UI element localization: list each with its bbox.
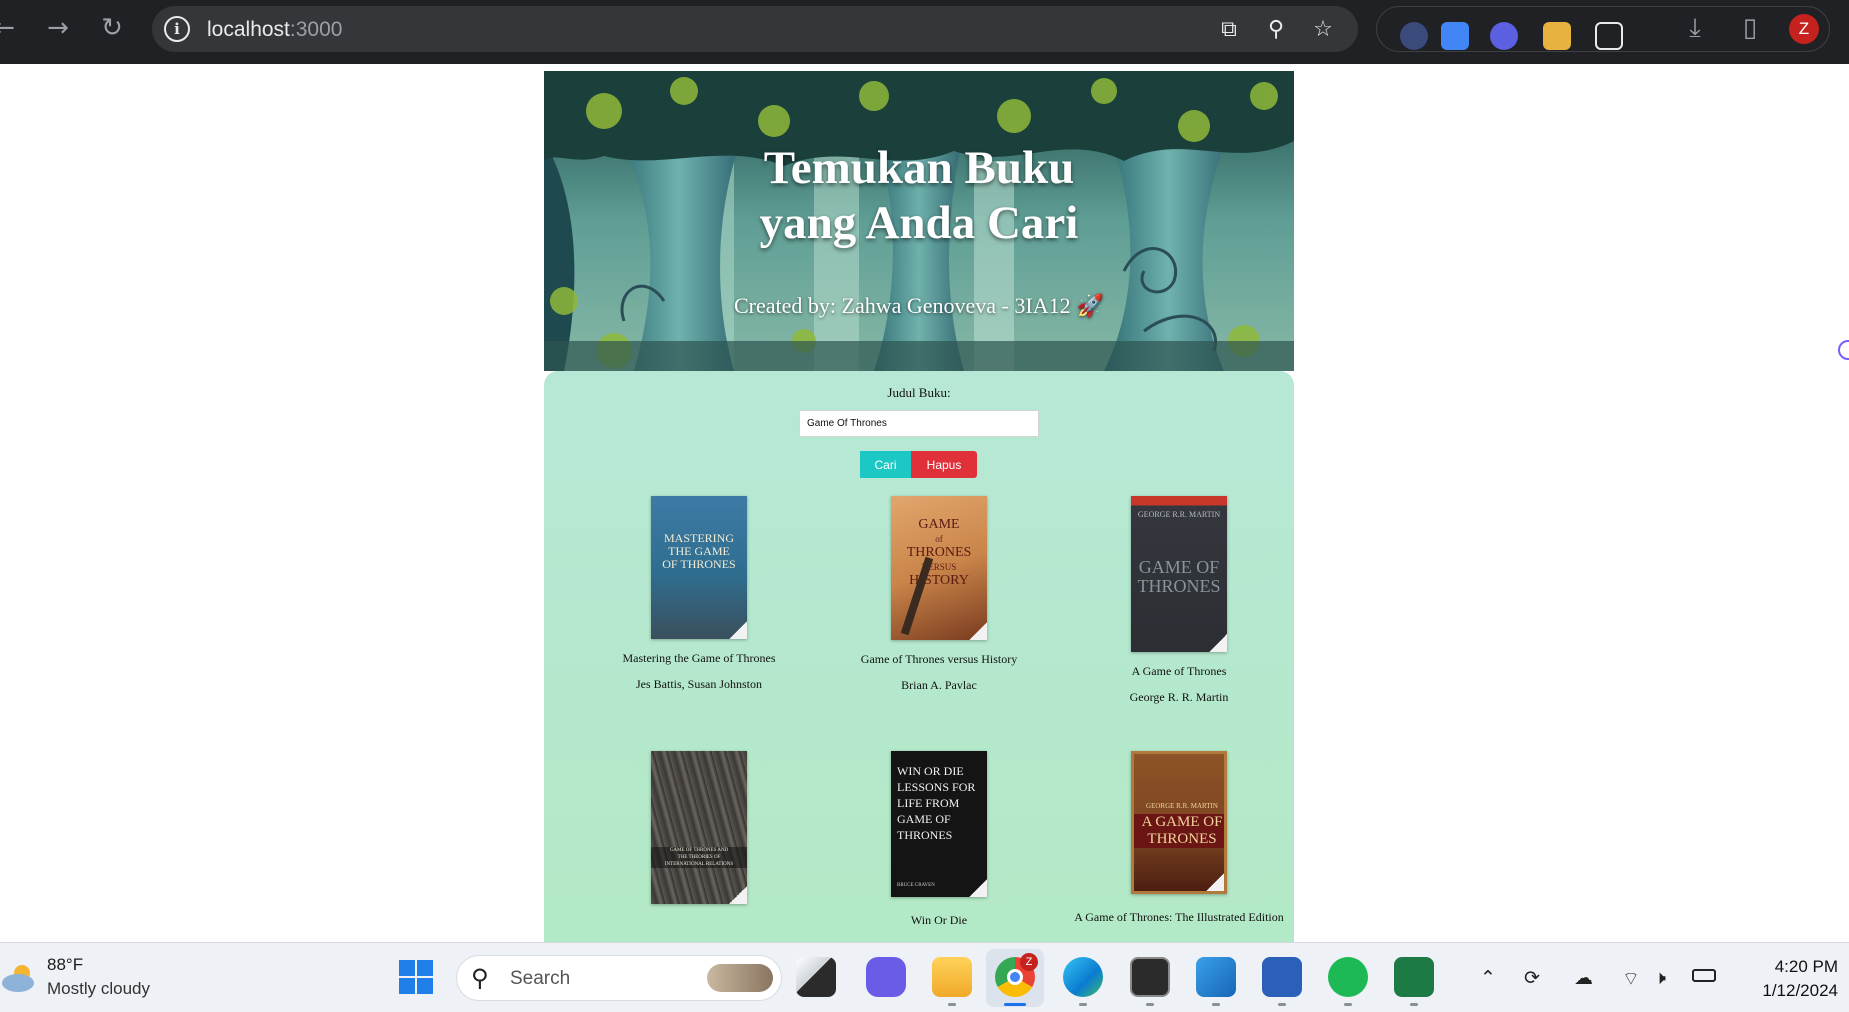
meet-app-icon[interactable] — [866, 957, 906, 997]
install-app-icon[interactable]: ⧉ — [1216, 17, 1242, 43]
zoom-icon[interactable]: ⚲ — [1263, 17, 1289, 43]
word-icon[interactable] — [1262, 957, 1302, 997]
volume-icon[interactable]: 🕨 — [1654, 967, 1666, 989]
cloudy-weather-icon[interactable] — [0, 963, 40, 993]
clear-button[interactable]: Hapus — [911, 451, 977, 478]
character-extension-icon[interactable] — [1543, 22, 1571, 50]
site-info-icon[interactable]: i — [164, 16, 190, 42]
book-title: Game of Thrones versus History — [860, 652, 1018, 666]
excel-icon[interactable] — [1394, 957, 1434, 997]
windows-taskbar: 88°F Mostly cloudy ⚲ Search Z ⌃ ⟳ ☁ ⌔ 🕨 … — [0, 942, 1849, 1012]
hero-subtitle: Created by: Zahwa Genoveva - 3IA12 🚀 — [544, 293, 1294, 319]
search-highlight-image — [707, 964, 773, 992]
book-card[interactable]: GEORGE R.R. MARTIN A GAME OF THRONES A Ga… — [1059, 751, 1299, 936]
search-icon: ⚲ — [471, 964, 489, 992]
book-title: A Game of Thrones — [1131, 664, 1227, 678]
terminal-icon[interactable] — [1130, 957, 1170, 997]
clock-time: 4:20 PM — [1774, 957, 1838, 976]
chrome-profile-badge: Z — [1020, 953, 1038, 971]
ai-extension-icon[interactable] — [1490, 22, 1518, 50]
forward-icon[interactable]: → — [40, 10, 76, 46]
book-card[interactable]: WIN OR DIE LESSONS FOR LIFE FROM GAME OF THR… — [819, 751, 1059, 939]
download-icon[interactable]: ⤓ — [1677, 10, 1713, 46]
book-author: Jes Battis, Susan Johnston — [635, 677, 762, 691]
bookmark-star-icon[interactable]: ☆ — [1310, 17, 1336, 43]
hero-subtitle-text: Created by: Zahwa Genoveva - 3IA12 — [733, 293, 1071, 318]
book-cover-image[interactable]: WIN OR DIE LESSONS FOR LIFE FROM GAME OF THR… — [891, 751, 987, 897]
search-panel: Judul Buku: Cari Hapus MASTERINGTHE GAME… — [544, 371, 1294, 942]
show-hidden-icons-chevron-icon[interactable]: ⌃ — [1480, 967, 1496, 989]
back-icon[interactable]: ← — [0, 10, 22, 46]
windows-start-icon[interactable] — [399, 960, 433, 994]
search-button[interactable]: Cari — [860, 451, 911, 478]
profile-avatar[interactable]: Z — [1789, 14, 1819, 44]
hero-title-line1: Temukan Buku — [763, 142, 1075, 194]
puzzle-extensions-icon[interactable] — [1595, 22, 1623, 50]
book-card[interactable]: GEORGE R.R. MARTIN GAME OF THRONES A Game… — [1059, 496, 1299, 705]
side-panel-icon[interactable]: ▯ — [1732, 10, 1768, 46]
edge-icon[interactable] — [1063, 957, 1103, 997]
system-clock[interactable]: 4:20 PM 1/12/2024 — [1740, 955, 1838, 1003]
hero-title: Temukan Buku yang Anda Cari — [544, 141, 1294, 251]
url-text[interactable]: localhost:3000 — [207, 18, 342, 42]
book-card[interactable]: MASTERING THE GAME OF THRONES Mastering th… — [579, 496, 819, 692]
book-cover-image[interactable]: GAME of THRONES VERSUS HISTORY — [891, 496, 987, 640]
hero-title-line2: yang Anda Cari — [759, 197, 1079, 249]
weather-temperature[interactable]: 88°F — [47, 955, 83, 975]
floating-extension-button[interactable] — [1838, 340, 1849, 360]
file-explorer-icon[interactable] — [932, 957, 972, 997]
cursor-extension-icon[interactable] — [1400, 22, 1428, 50]
address-bar[interactable]: i localhost:3000 ⧉ ⚲ ☆ — [152, 6, 1358, 52]
battery-icon[interactable] — [1692, 969, 1716, 982]
book-cover-image[interactable]: GAME OF THRONES AND THE THEORIES OF INTERN… — [651, 751, 747, 904]
weather-condition[interactable]: Mostly cloudy — [47, 979, 150, 999]
book-cover-image[interactable]: MASTERING THE GAME OF THRONES — [651, 496, 747, 639]
book-author: Brian A. Pavlac — [901, 678, 977, 692]
reload-icon[interactable]: ↻ — [94, 10, 130, 46]
sync-icon[interactable]: ⟳ — [1524, 967, 1540, 989]
book-author: George R. R. Martin — [1129, 690, 1229, 704]
book-cover-image[interactable]: GEORGE R.R. MARTIN A GAME OF THRONES — [1131, 751, 1227, 894]
rocket-icon: 🚀 — [1076, 293, 1104, 318]
task-view-icon[interactable] — [796, 957, 836, 997]
vscode-icon[interactable] — [1196, 957, 1236, 997]
clock-date: 1/12/2024 — [1762, 981, 1838, 1000]
taskbar-search-placeholder: Search — [510, 968, 571, 989]
book-title: Mastering the Game of Thrones — [622, 651, 776, 665]
translate-extension-icon[interactable] — [1441, 22, 1469, 50]
book-card[interactable]: GAME OF THRONES AND THE THEORIES OF INTERN… — [579, 751, 819, 916]
book-card[interactable]: GAME of THRONES VERSUS HISTORY Game of Thron… — [819, 496, 1059, 693]
book-title: A Game of Thrones: The Illustrated Editi… — [1074, 910, 1284, 924]
onedrive-cloud-icon[interactable]: ☁ — [1574, 967, 1593, 989]
web-page: Temukan Buku yang Anda Cari Created by: … — [0, 64, 1849, 942]
book-cover-image[interactable]: GEORGE R.R. MARTIN GAME OF THRONES — [1131, 496, 1227, 652]
hero-banner: Temukan Buku yang Anda Cari Created by: … — [544, 71, 1294, 371]
taskbar-search-box[interactable]: ⚲ Search — [456, 955, 782, 1001]
browser-toolbar: ← → ↻ i localhost:3000 ⧉ ⚲ ☆ ⤓ ▯ Z — [0, 0, 1849, 64]
wifi-icon[interactable]: ⌔ — [1622, 967, 1640, 991]
book-title-input[interactable] — [799, 410, 1039, 437]
spotify-icon[interactable] — [1328, 957, 1368, 997]
book-title: Win Or Die — [910, 913, 968, 927]
book-title-label: Judul Buku: — [887, 385, 951, 400]
